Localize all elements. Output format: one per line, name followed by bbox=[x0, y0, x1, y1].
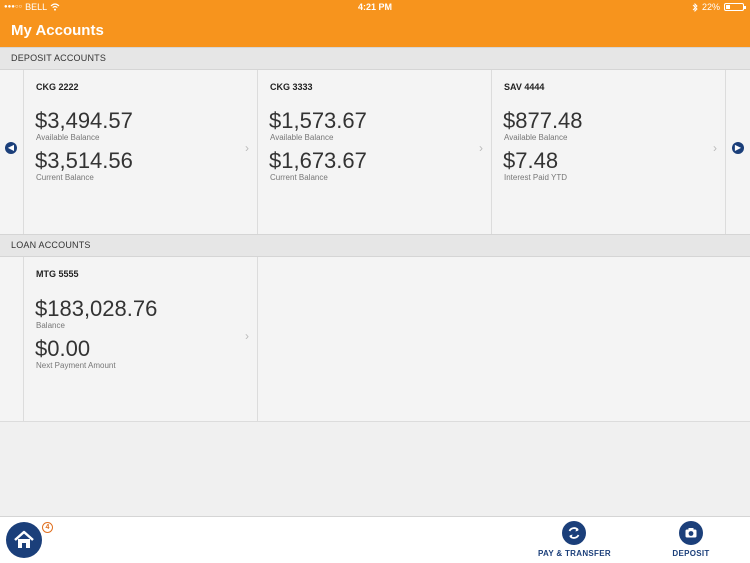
deposit-accounts-header: DEPOSIT ACCOUNTS bbox=[0, 47, 750, 70]
pay-transfer-button[interactable]: PAY & TRANSFER bbox=[538, 521, 611, 558]
secondary-amount-label: Current Balance bbox=[270, 173, 328, 182]
chevron-right-icon: › bbox=[479, 141, 483, 155]
account-name: MTG 5555 bbox=[36, 269, 79, 279]
secondary-amount-label: Next Payment Amount bbox=[36, 361, 116, 370]
deposit-card[interactable]: CKG 3333 $1,573.67 Available Balance $1,… bbox=[258, 70, 492, 234]
notification-badge: 4 bbox=[42, 522, 53, 533]
loan-accounts-header: LOAN ACCOUNTS bbox=[0, 234, 750, 257]
primary-amount-label: Available Balance bbox=[270, 133, 334, 142]
chevron-right-icon: › bbox=[713, 141, 717, 155]
chevron-left-icon[interactable]: ◀ bbox=[5, 142, 17, 154]
pay-transfer-label: PAY & TRANSFER bbox=[538, 549, 611, 558]
primary-amount-label: Available Balance bbox=[504, 133, 568, 142]
deposit-card[interactable]: SAV 4444 $877.48 Available Balance $7.48… bbox=[492, 70, 726, 234]
battery-icon bbox=[724, 3, 746, 11]
refresh-icon bbox=[562, 521, 586, 545]
primary-amount: $1,573.67 bbox=[269, 108, 367, 133]
secondary-amount: $0.00 bbox=[35, 336, 91, 361]
account-name: CKG 3333 bbox=[270, 82, 313, 92]
status-time: 4:21 PM bbox=[357, 2, 392, 12]
chevron-right-icon[interactable]: ▶ bbox=[732, 142, 744, 154]
primary-amount-label: Balance bbox=[36, 321, 65, 330]
secondary-amount: $1,673.67 bbox=[269, 148, 367, 173]
chevron-right-icon: › bbox=[245, 329, 249, 343]
primary-amount-label: Available Balance bbox=[36, 133, 100, 142]
loan-card-spacer bbox=[0, 257, 24, 421]
deposit-card[interactable]: CKG 2222 $3,494.57 Available Balance $3,… bbox=[24, 70, 258, 234]
loan-accounts-row: MTG 5555 $183,028.76 Balance $0.00 Next … bbox=[0, 257, 750, 422]
account-name: CKG 2222 bbox=[36, 82, 79, 92]
primary-amount: $877.48 bbox=[503, 108, 583, 133]
deposit-button[interactable]: DEPOSIT bbox=[660, 521, 722, 558]
bottom-toolbar: 4 PAY & TRANSFER DEPOSIT bbox=[0, 516, 750, 563]
battery-level bbox=[726, 5, 730, 9]
secondary-amount: $3,514.56 bbox=[35, 148, 133, 173]
loan-card[interactable]: MTG 5555 $183,028.76 Balance $0.00 Next … bbox=[24, 257, 258, 421]
status-bar: ●●●○○ BELL 4:21 PM 22% bbox=[0, 0, 750, 14]
chevron-right-icon: › bbox=[245, 141, 249, 155]
deposit-accounts-row: CKG 2222 $3,494.57 Available Balance $3,… bbox=[0, 70, 750, 234]
page-title: My Accounts bbox=[11, 22, 104, 39]
battery-percent: 22% bbox=[701, 2, 720, 12]
loan-empty-area bbox=[258, 257, 750, 421]
bluetooth-icon bbox=[692, 2, 698, 12]
secondary-amount-label: Current Balance bbox=[36, 173, 94, 182]
account-name: SAV 4444 bbox=[504, 82, 545, 92]
app-header: My Accounts bbox=[0, 14, 750, 47]
primary-amount: $3,494.57 bbox=[35, 108, 133, 133]
deposit-label: DEPOSIT bbox=[672, 549, 710, 558]
camera-icon bbox=[679, 521, 703, 545]
primary-amount: $183,028.76 bbox=[35, 296, 158, 321]
secondary-amount: $7.48 bbox=[503, 148, 559, 173]
home-button[interactable] bbox=[6, 522, 42, 558]
secondary-amount-label: Interest Paid YTD bbox=[504, 173, 567, 182]
home-icon bbox=[14, 530, 34, 548]
